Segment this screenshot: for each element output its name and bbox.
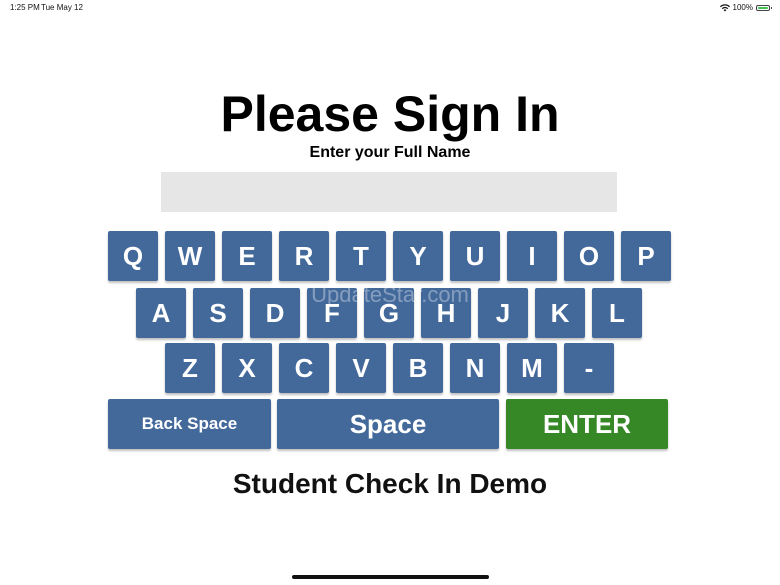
status-indicators: 100% [719, 3, 772, 12]
space-key[interactable]: Space [277, 399, 499, 449]
key-i[interactable]: I [507, 231, 557, 281]
status-date: Tue May 12 [41, 3, 83, 12]
key-x[interactable]: X [222, 343, 272, 393]
enter-key[interactable]: ENTER [506, 399, 668, 449]
key-p[interactable]: P [621, 231, 671, 281]
key-c[interactable]: C [279, 343, 329, 393]
key-a[interactable]: A [136, 288, 186, 338]
home-indicator[interactable] [292, 575, 489, 579]
key-dash[interactable]: - [564, 343, 614, 393]
key-e[interactable]: E [222, 231, 272, 281]
full-name-input[interactable] [161, 172, 617, 212]
key-s[interactable]: S [193, 288, 243, 338]
key-u[interactable]: U [450, 231, 500, 281]
key-l[interactable]: L [592, 288, 642, 338]
key-z[interactable]: Z [165, 343, 215, 393]
status-bar: 1:25 PM Tue May 12 100% [0, 0, 780, 14]
battery-percent: 100% [732, 3, 753, 12]
key-d[interactable]: D [250, 288, 300, 338]
key-y[interactable]: Y [393, 231, 443, 281]
key-h[interactable]: H [421, 288, 471, 338]
key-j[interactable]: J [478, 288, 528, 338]
page-title: Please Sign In [220, 86, 560, 142]
key-b[interactable]: B [393, 343, 443, 393]
battery-icon [756, 4, 772, 11]
backspace-key[interactable]: Back Space [108, 399, 271, 449]
key-v[interactable]: V [336, 343, 386, 393]
key-k[interactable]: K [535, 288, 585, 338]
key-q[interactable]: Q [108, 231, 158, 281]
key-m[interactable]: M [507, 343, 557, 393]
key-g[interactable]: G [364, 288, 414, 338]
key-n[interactable]: N [450, 343, 500, 393]
key-o[interactable]: O [564, 231, 614, 281]
status-time: 1:25 PM [10, 3, 40, 12]
key-t[interactable]: T [336, 231, 386, 281]
key-f[interactable]: F [307, 288, 357, 338]
key-w[interactable]: W [165, 231, 215, 281]
page-subtitle: Enter your Full Name [309, 144, 471, 161]
wifi-icon [719, 3, 730, 12]
app-name-footer: Student Check In Demo [232, 468, 548, 499]
key-r[interactable]: R [279, 231, 329, 281]
